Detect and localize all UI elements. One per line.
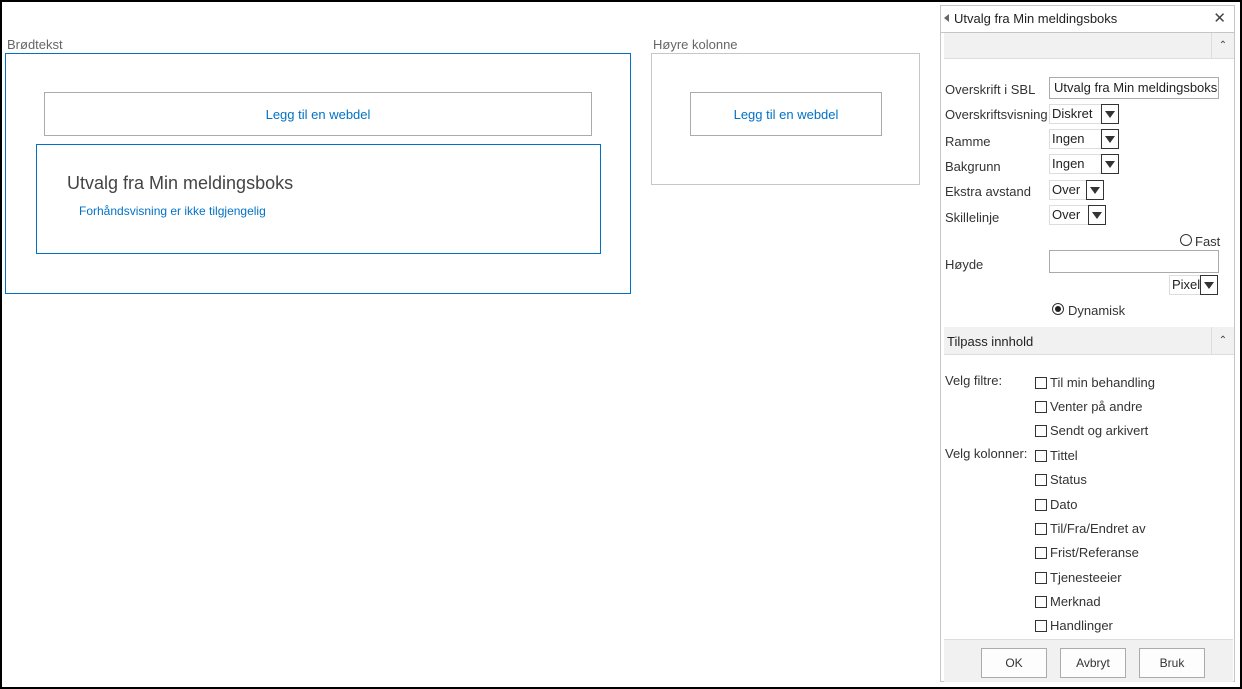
filters-label: Velg filtre: xyxy=(945,373,1003,388)
column-option-label: Tjenesteeier xyxy=(1050,569,1122,585)
column-option-label: Tittel xyxy=(1050,448,1078,463)
heading-input[interactable]: Utvalg fra Min meldingsboks xyxy=(1049,77,1219,99)
filter-option-checkbox[interactable] xyxy=(1035,425,1047,437)
column-option-checkbox[interactable] xyxy=(1035,450,1047,462)
column-option-checkbox[interactable] xyxy=(1035,522,1047,535)
column-option-label: Handlinger xyxy=(1050,618,1113,634)
spacing-select[interactable]: Over xyxy=(1049,180,1104,200)
content-section-bar[interactable]: Tilpass innhold ⌃ xyxy=(944,327,1234,355)
divider-select[interactable]: Over xyxy=(1049,205,1106,225)
filter-option-label: Sendt og arkivert xyxy=(1050,423,1149,438)
column-option-label: Dato xyxy=(1050,496,1078,512)
tool-pane: Utvalg fra Min meldingsboks ✕ ⌃ Overskri… xyxy=(940,5,1235,682)
filter-option-label: Til min behandling xyxy=(1050,375,1156,390)
chevron-down-icon xyxy=(1200,275,1218,295)
heading-label: Overskrift i SBL xyxy=(945,82,1036,97)
column-option-label: Til/Fra/Endret av xyxy=(1050,520,1146,536)
chevron-down-icon xyxy=(1101,129,1119,149)
spacing-label: Ekstra avstand xyxy=(945,184,1031,199)
apply-button[interactable]: Bruk xyxy=(1139,648,1205,678)
chrome-value: Diskret xyxy=(1052,106,1093,121)
right-add-webpart-button[interactable]: Legg til en webdel xyxy=(690,92,882,136)
height-dynamic-label: Dynamisk xyxy=(1068,303,1126,318)
tool-pane-title: Utvalg fra Min meldingsboks xyxy=(954,11,1118,26)
column-option-label: Merknad xyxy=(1050,593,1101,609)
appearance-section-bar[interactable]: ⌃ xyxy=(944,33,1234,59)
filter-option-label: Venter på andre xyxy=(1050,399,1143,414)
body-add-webpart-button[interactable]: Legg til en webdel xyxy=(44,92,592,136)
columns-label: Velg kolonner: xyxy=(945,446,1028,461)
column-option-checkbox[interactable] xyxy=(1035,620,1047,633)
right-zone-label: Høyre kolonne xyxy=(653,37,738,52)
background-value: Ingen xyxy=(1052,156,1085,171)
close-icon[interactable]: ✕ xyxy=(1213,9,1226,27)
height-dynamic-radio[interactable] xyxy=(1052,303,1064,315)
column-option-checkbox[interactable] xyxy=(1035,571,1047,584)
body-zone-label: Brødtekst xyxy=(7,37,63,52)
column-option-label: Status xyxy=(1050,472,1087,488)
spacing-value: Over xyxy=(1052,182,1081,197)
column-option-label: Frist/Referanse xyxy=(1050,545,1139,561)
column-option-checkbox[interactable] xyxy=(1035,547,1047,560)
filter-option-checkbox[interactable] xyxy=(1035,377,1047,389)
right-zone: Legg til en webdel xyxy=(651,53,920,185)
divider-label: Skillelinje xyxy=(945,210,1000,225)
column-option-checkbox[interactable] xyxy=(1035,595,1047,608)
tool-pane-header: Utvalg fra Min meldingsboks ✕ xyxy=(941,6,1234,33)
filter-option-checkbox[interactable] xyxy=(1035,401,1047,413)
border-label: Ramme xyxy=(945,134,991,149)
border-select[interactable]: Ingen xyxy=(1049,129,1119,149)
background-label: Bakgrunn xyxy=(945,159,1001,174)
content-section-title: Tilpass innhold xyxy=(947,334,1034,349)
chevron-down-icon xyxy=(1101,104,1119,124)
divider-value: Over xyxy=(1052,207,1081,222)
height-label: Høyde xyxy=(945,257,984,272)
column-option-checkbox[interactable] xyxy=(1035,474,1047,487)
height-unit-select[interactable]: Pixel xyxy=(1169,275,1218,295)
chevron-up-icon[interactable]: ⌃ xyxy=(1211,33,1234,58)
ok-button[interactable]: OK xyxy=(981,648,1047,678)
mailbox-webpart[interactable]: Utvalg fra Min meldingsboks Forhåndsvisn… xyxy=(36,144,601,254)
cancel-button[interactable]: Avbryt xyxy=(1060,648,1126,678)
background-select[interactable]: Ingen xyxy=(1049,154,1119,174)
column-option-checkbox[interactable] xyxy=(1035,498,1047,511)
height-input[interactable] xyxy=(1049,250,1219,273)
height-fixed-radio[interactable] xyxy=(1180,234,1192,246)
height-fixed-label: Fast xyxy=(1195,234,1221,249)
height-unit-value: Pixel xyxy=(1172,277,1201,292)
border-value: Ingen xyxy=(1052,131,1085,146)
body-zone: Legg til en webdel Utvalg fra Min meldin… xyxy=(5,53,631,294)
chevron-up-icon[interactable]: ⌃ xyxy=(1211,327,1234,354)
chrome-label: Overskriftsvisning xyxy=(945,107,1048,122)
tool-pane-footer: OK Avbryt Bruk xyxy=(944,639,1233,682)
webpart-title: Utvalg fra Min meldingsboks xyxy=(67,173,294,193)
chrome-select[interactable]: Diskret xyxy=(1049,104,1119,124)
preview-unavailable-link[interactable]: Forhåndsvisning er ikke tilgjengelig xyxy=(79,204,266,218)
chevron-down-icon xyxy=(1086,180,1104,200)
chevron-down-icon xyxy=(1101,154,1119,174)
chevron-down-icon xyxy=(1088,205,1106,225)
collapse-pane-icon[interactable] xyxy=(944,14,949,22)
